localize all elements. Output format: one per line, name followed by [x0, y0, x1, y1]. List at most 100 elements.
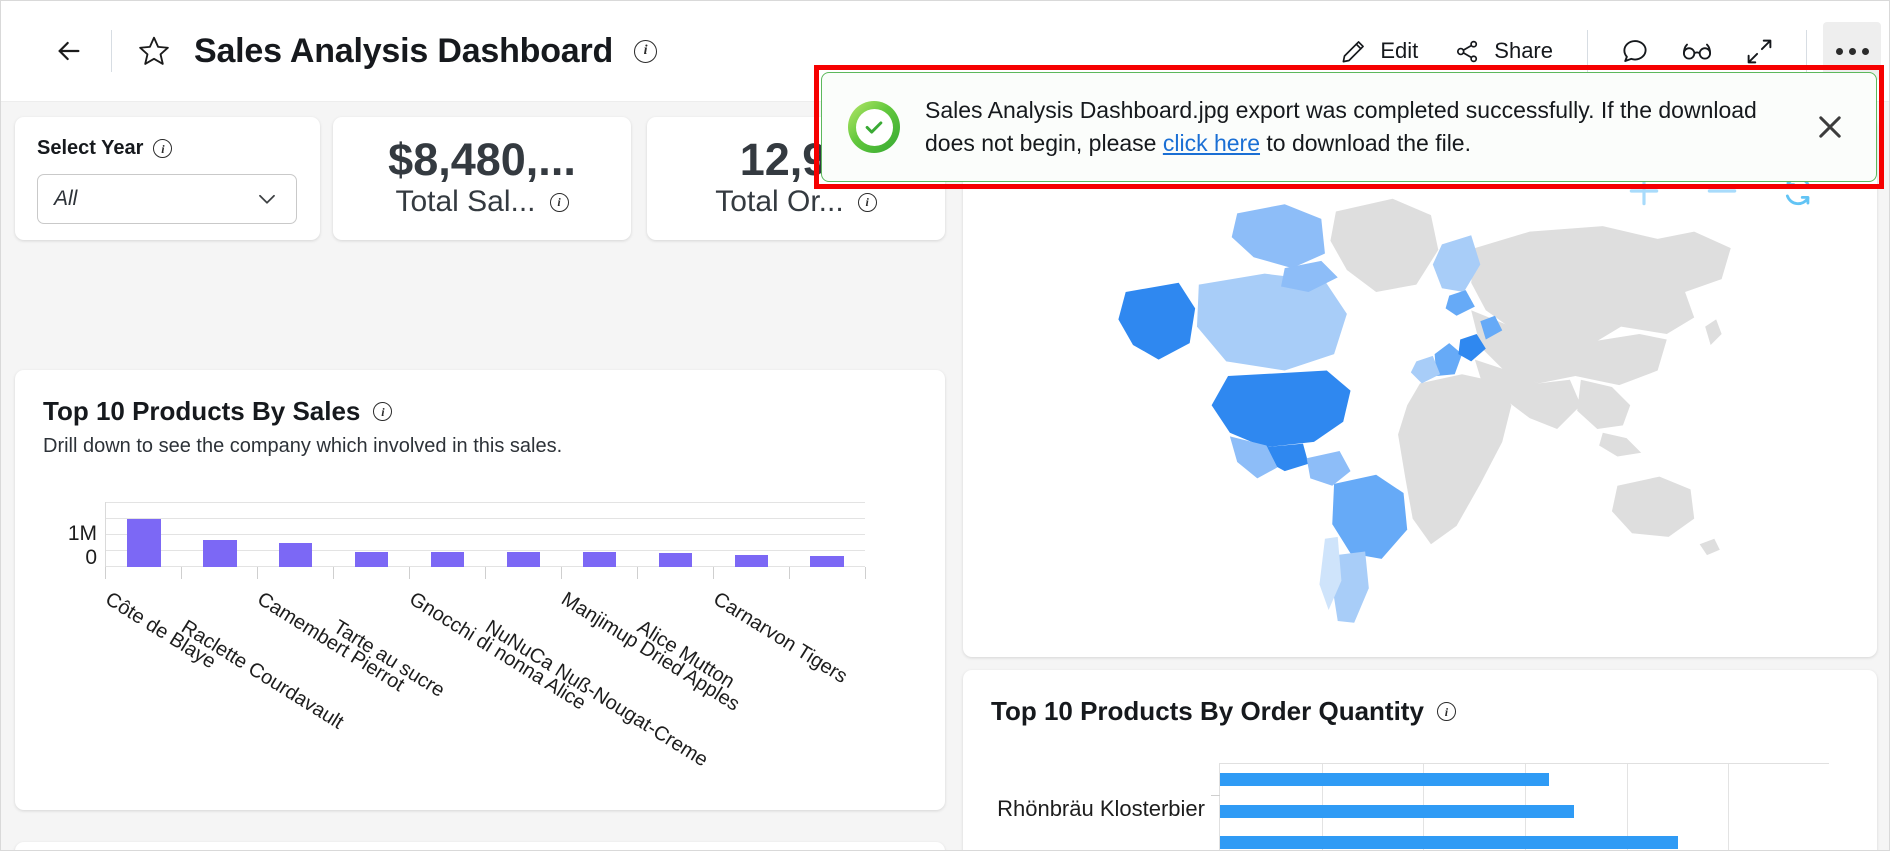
- kpi-total-sales-value: $8,480,...: [388, 136, 576, 183]
- kpi-total-sales-label-row: Total Sal... i: [395, 185, 568, 219]
- sales-chart-bar-slot[interactable]: [106, 512, 182, 567]
- dashboard-body: Select Year i All $8,480,... Total Sal..…: [1, 102, 1890, 851]
- sales-chart-x-ticks: [105, 567, 865, 579]
- comment-icon: [1620, 36, 1650, 66]
- share-nodes-icon: [1454, 38, 1481, 65]
- sales-bar-chart[interactable]: 1M0 Côte de BlayeRaclette CourdavaultCam…: [43, 502, 913, 832]
- kpi-total-orders-label: Total Or...: [715, 185, 843, 219]
- order-quantity-category-label: Rhönbräu Klosterbier: [997, 796, 1205, 822]
- kpi-total-sales-info-icon[interactable]: i: [550, 193, 569, 212]
- sales-chart-bar[interactable]: [203, 540, 236, 568]
- close-icon: [1813, 110, 1847, 144]
- sales-chart-bar[interactable]: [507, 552, 540, 567]
- sales-chart-bar[interactable]: [659, 553, 692, 567]
- kpi-total-orders-label-row: Total Or... i: [715, 185, 876, 219]
- sales-chart-bar[interactable]: [583, 552, 616, 567]
- sales-chart-bar-slot[interactable]: [334, 512, 410, 567]
- sales-chart-y-axis: 1M0: [43, 502, 103, 567]
- chevron-down-icon: [254, 186, 280, 212]
- sales-chart-bar[interactable]: [735, 555, 768, 567]
- export-success-toast: Sales Analysis Dashboard.jpg export was …: [821, 72, 1877, 182]
- dashboard-app: Sales Analysis Dashboard i Edit Share: [0, 0, 1890, 851]
- share-label: Share: [1494, 38, 1553, 64]
- sales-chart-bar-slot[interactable]: [789, 512, 865, 567]
- sales-by-country-map-card[interactable]: [963, 117, 1877, 657]
- order-quantity-bar[interactable]: [1220, 836, 1678, 849]
- select-year-value: All: [54, 187, 77, 211]
- pencil-icon: [1340, 38, 1367, 65]
- page-title: Sales Analysis Dashboard: [194, 32, 613, 71]
- favorite-button[interactable]: [128, 25, 180, 77]
- toast-close-button[interactable]: [1806, 103, 1854, 151]
- sales-chart-bar[interactable]: [127, 519, 160, 567]
- order-quantity-bar[interactable]: [1220, 773, 1549, 786]
- sales-chart-bar[interactable]: [431, 552, 464, 567]
- world-map[interactable]: [963, 117, 1877, 657]
- sales-chart-bar-slot[interactable]: [182, 512, 258, 567]
- star-icon: [137, 34, 171, 68]
- sales-chart-bar-slot[interactable]: [713, 512, 789, 567]
- expand-arrows-icon: [1745, 37, 1774, 66]
- kpi-total-sales[interactable]: $8,480,... Total Sal... i: [333, 117, 631, 240]
- top-products-by-order-quantity-card: Top 10 Products By Order Quantity i Rhön…: [963, 670, 1877, 851]
- top-products-by-order-quantity-title: Top 10 Products By Order Quantity: [991, 696, 1424, 727]
- sales-chart-bar[interactable]: [810, 556, 843, 567]
- arrow-left-icon: [53, 35, 85, 67]
- select-year-filter-card: Select Year i All: [15, 117, 320, 240]
- kpi-total-sales-label: Total Sal...: [395, 185, 535, 219]
- sales-chart-bar-slot[interactable]: [637, 512, 713, 567]
- order-quantity-y-tick: [1211, 795, 1220, 796]
- top-products-by-sales-title: Top 10 Products By Sales: [43, 396, 360, 427]
- select-year-label-row: Select Year i: [37, 137, 298, 160]
- top-products-by-order-quantity-info-icon[interactable]: i: [1437, 702, 1456, 721]
- top-products-by-sales-title-row: Top 10 Products By Sales i: [43, 396, 917, 427]
- order-quantity-category-labels: Rhönbräu KlosterbierPavlovaGuaraná Fantá…: [991, 763, 1213, 851]
- sales-chart-y-tick-label: 1M: [68, 522, 97, 546]
- sales-chart-bars: [106, 512, 865, 567]
- order-quantity-gridline: [1728, 764, 1729, 851]
- sales-chart-bar[interactable]: [279, 543, 312, 567]
- sales-chart-x-tick: [789, 567, 790, 579]
- sales-chart-bar-slot[interactable]: [486, 512, 562, 567]
- sales-chart-bar-slot[interactable]: [410, 512, 486, 567]
- kpi-total-orders-info-icon[interactable]: i: [858, 193, 877, 212]
- sales-chart-x-tick: [713, 567, 714, 579]
- sales-chart-x-tick: [637, 567, 638, 579]
- header-divider-1: [111, 30, 112, 72]
- toast-highlight-box: Sales Analysis Dashboard.jpg export was …: [814, 65, 1884, 189]
- sales-chart-x-tick: [181, 567, 182, 579]
- order-quantity-plot: [1219, 763, 1829, 851]
- select-year-label: Select Year: [37, 137, 143, 160]
- success-check-icon: [848, 101, 900, 153]
- sales-chart-x-labels: Côte de BlayeRaclette CourdavaultCamembe…: [105, 582, 895, 812]
- sales-chart-bar[interactable]: [355, 552, 388, 567]
- sales-chart-gridline: [106, 502, 865, 503]
- order-quantity-bar[interactable]: [1220, 805, 1574, 818]
- sales-chart-x-tick: [865, 567, 866, 579]
- sales-chart-x-tick: [257, 567, 258, 579]
- toast-message-part-2: to download the file.: [1260, 130, 1471, 156]
- toast-download-link[interactable]: click here: [1163, 130, 1260, 156]
- sales-chart-x-tick: [485, 567, 486, 579]
- ellipsis-icon: [1836, 48, 1869, 55]
- toast-message: Sales Analysis Dashboard.jpg export was …: [925, 94, 1785, 159]
- check-mark-icon: [863, 116, 885, 138]
- sales-chart-x-tick: [561, 567, 562, 579]
- sales-chart-plot: [105, 502, 865, 567]
- select-year-info-icon[interactable]: i: [153, 139, 172, 158]
- glasses-icon: [1680, 34, 1714, 68]
- top-products-by-sales-card: Top 10 Products By Sales i Drill down to…: [15, 370, 945, 810]
- sales-chart-bar-slot[interactable]: [258, 512, 334, 567]
- top-products-by-sales-info-icon[interactable]: i: [373, 402, 392, 421]
- header-left-group: Sales Analysis Dashboard i: [43, 25, 657, 77]
- top-products-by-sales-subtitle: Drill down to see the company which invo…: [43, 435, 917, 458]
- order-quantity-bar-chart[interactable]: Rhönbräu KlosterbierPavlovaGuaraná Fantá…: [991, 763, 1851, 851]
- page-title-info-icon[interactable]: i: [634, 40, 657, 63]
- sales-chart-x-tick: [409, 567, 410, 579]
- select-year-dropdown[interactable]: All: [37, 174, 297, 224]
- edit-label: Edit: [1380, 38, 1418, 64]
- sales-chart-y-tick-label: 0: [85, 546, 97, 570]
- back-button[interactable]: [43, 25, 95, 77]
- sales-chart-bar-slot[interactable]: [561, 512, 637, 567]
- top-products-by-order-quantity-title-row: Top 10 Products By Order Quantity i: [991, 696, 1849, 727]
